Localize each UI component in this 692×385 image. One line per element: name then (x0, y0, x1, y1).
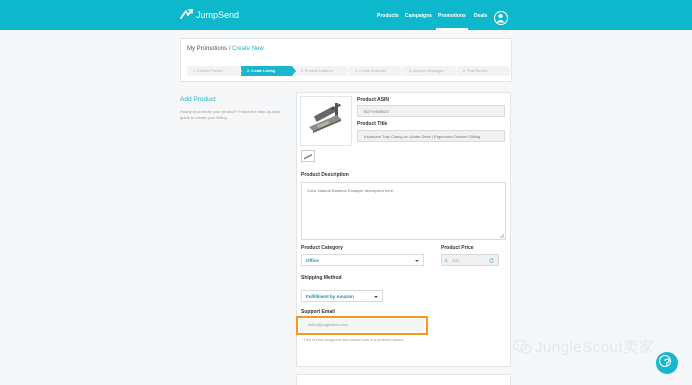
chevron-down-icon (374, 295, 378, 298)
step-create-listing[interactable]: 2. Create Listing (241, 66, 296, 76)
product-asin-field[interactable]: B07YH93B2G (357, 105, 505, 117)
question-mark-icon: ? (663, 357, 671, 369)
junglescout-watermark: JungleScout卖家 (513, 336, 654, 357)
resize-grip-icon[interactable] (499, 233, 504, 238)
step-product-audience[interactable]: 3. Product Audience (295, 66, 350, 76)
support-email-label: Support Email (301, 309, 335, 315)
nav-campaigns[interactable]: Campaigns (405, 13, 432, 19)
add-product-title: Add Product (180, 96, 216, 103)
step-choose-product[interactable]: 1. Choose Product (187, 66, 242, 76)
user-icon (496, 13, 505, 23)
nav-promotions[interactable]: Promotions (438, 13, 466, 19)
price-value: 100 (452, 258, 459, 263)
product-thumbnail[interactable] (301, 150, 315, 162)
nav-deals[interactable]: Deals (474, 13, 487, 19)
promotion-header-card: My Promotions / Create New 1. Choose Pro… (180, 38, 512, 82)
product-image (300, 96, 352, 146)
product-description-textarea[interactable]: Color-Natural Bamboo Example description… (301, 182, 506, 240)
user-avatar[interactable] (494, 11, 508, 25)
jumpsend-logo[interactable]: JumpSend (180, 9, 239, 20)
breadcrumb-separator: / (228, 46, 231, 52)
breadcrumb-parent[interactable]: My Promotions (187, 46, 227, 52)
breadcrumb: My Promotions / Create New (187, 46, 264, 52)
help-chat-button[interactable]: ? (656, 352, 678, 374)
product-category-value: Office (306, 258, 319, 263)
breadcrumb-current: Create New (232, 46, 264, 52)
wechat-icon (513, 339, 532, 354)
jump-arrow-icon (180, 9, 193, 19)
support-email-help-text: * This is how shoppers will contact you … (301, 337, 405, 342)
keyboard-tray-image (309, 103, 341, 133)
price-currency-symbol: $ (445, 258, 448, 263)
shipping-method-select[interactable]: Fulfillment by Amazon (301, 290, 383, 302)
product-category-select[interactable]: Office (301, 254, 424, 266)
product-price-label: Product Price (441, 245, 474, 251)
refresh-icon[interactable] (489, 258, 494, 263)
next-section-card (296, 374, 511, 385)
shipping-method-value: Fulfillment by Amazon (306, 294, 354, 299)
top-navbar: JumpSend Products Campaigns Promotions D… (0, 0, 692, 30)
thumbnail-image (304, 154, 312, 160)
product-description-label: Product Description (301, 172, 349, 178)
shipping-method-label: Shipping Method (301, 275, 342, 281)
product-asin-label: Product ASIN (357, 97, 390, 103)
add-product-description: Ready to promote your product? Follow th… (180, 109, 280, 120)
product-description-text: Color-Natural Bamboo Example description… (307, 188, 395, 193)
step-create-channels[interactable]: 4. Create Channels (349, 66, 404, 76)
chevron-down-icon (415, 259, 419, 262)
product-category-label: Product Category (301, 245, 343, 251)
product-title-field[interactable]: Keyboard Tray Clamp-on Under Desk | Ergo… (357, 130, 505, 142)
product-price-field[interactable]: $ 100 (441, 254, 499, 266)
watermark-text: JungleScout卖家 (535, 339, 655, 356)
logo-text: JumpSend (196, 9, 240, 20)
step-final-review[interactable]: 6. Final Review (457, 66, 512, 76)
nav-products[interactable]: Products (377, 13, 399, 19)
support-email-highlight-box (296, 316, 428, 335)
wizard-steps: 1. Choose Product 2. Create Listing 3. P… (187, 66, 512, 76)
product-title-label: Product Title (357, 121, 388, 127)
step-approve-messages[interactable]: 5. Approve Messages (403, 66, 458, 76)
